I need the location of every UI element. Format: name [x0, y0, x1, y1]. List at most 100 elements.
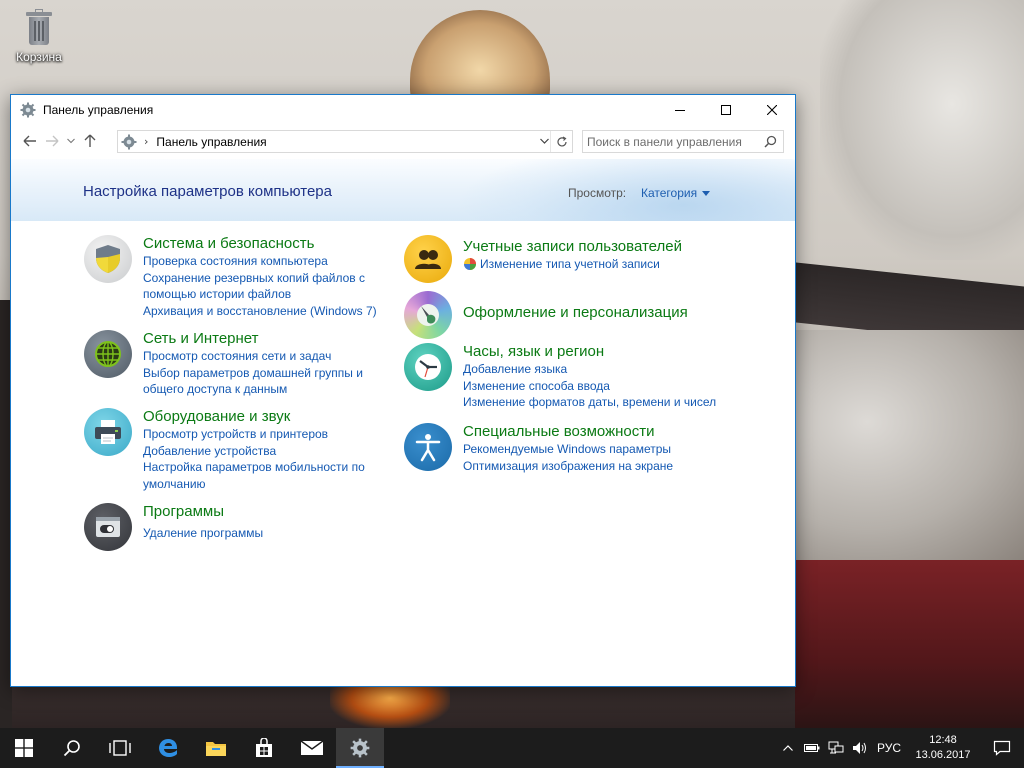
accessibility-icon[interactable] — [404, 423, 452, 471]
view-by-dropdown[interactable]: Категория — [641, 186, 711, 200]
link-uninstall-program[interactable]: Удаление программы — [143, 525, 263, 542]
link-optimize-display[interactable]: Оптимизация изображения на экране — [463, 458, 673, 475]
link-file-history-line2[interactable]: помощью истории файлов — [143, 286, 377, 303]
back-button[interactable] — [19, 130, 41, 152]
address-dropdown-button[interactable] — [540, 134, 549, 147]
taskbar-edge[interactable] — [144, 728, 192, 768]
action-center-button[interactable] — [980, 728, 1024, 768]
start-icon — [15, 739, 33, 757]
category-text: Часы, язык и регион Добавление языка Изм… — [463, 343, 716, 411]
minimize-button[interactable] — [657, 95, 703, 125]
show-hidden-icons-button[interactable] — [776, 728, 800, 768]
category-text: Специальные возможности Рекомендуемые Wi… — [463, 423, 673, 474]
category-ease-of-access: Специальные возможности Рекомендуемые Wi… — [404, 423, 673, 474]
link-devices-printers[interactable]: Просмотр устройств и принтеров — [143, 426, 365, 443]
control-panel-icon — [121, 134, 137, 149]
link-add-device[interactable]: Добавление устройства — [143, 443, 365, 460]
taskbar-store[interactable] — [240, 728, 288, 768]
language-indicator[interactable]: РУС — [872, 741, 906, 755]
view-by-value: Категория — [641, 186, 698, 200]
title-bar[interactable]: Панель управления — [11, 95, 795, 125]
caret-down-icon — [702, 190, 711, 196]
link-backup-restore[interactable]: Архивация и восстановление (Windows 7) — [143, 303, 377, 320]
users-icon[interactable] — [404, 235, 452, 283]
category-title[interactable]: Специальные возможности — [463, 423, 673, 441]
category-title[interactable]: Учетные записи пользователей — [463, 238, 682, 256]
taskbar-file-explorer[interactable] — [192, 728, 240, 768]
taskbar-mail[interactable] — [288, 728, 336, 768]
control-panel-window: Панель управления › Панель управления По… — [10, 94, 796, 687]
chevron-down-icon — [540, 138, 549, 144]
category-title[interactable]: Часы, язык и регион — [463, 343, 716, 361]
system-tray: РУС 12:48 13.06.2017 — [776, 728, 1024, 768]
page-heading: Настройка параметров компьютера — [83, 183, 332, 200]
category-title[interactable]: Программы — [143, 503, 263, 521]
printer-icon[interactable] — [84, 408, 132, 456]
mail-icon — [300, 740, 324, 755]
arrow-left-icon — [23, 135, 36, 147]
recycle-bin-icon — [24, 8, 54, 48]
link-check-computer-status[interactable]: Проверка состояния компьютера — [143, 253, 377, 270]
link-homegroup-line2[interactable]: общего доступа к данным — [143, 381, 363, 398]
store-icon — [256, 738, 272, 757]
category-text: Сеть и Интернет Просмотр состояния сети … — [143, 330, 363, 398]
category-network-internet: Сеть и Интернет Просмотр состояния сети … — [84, 330, 363, 398]
link-input-method[interactable]: Изменение способа ввода — [463, 378, 716, 395]
programs-icon[interactable] — [84, 503, 132, 551]
maximize-button[interactable] — [703, 95, 749, 125]
battery-tray-button[interactable] — [800, 728, 824, 768]
clock-time: 12:48 — [929, 734, 957, 746]
category-programs: Программы Удаление программы — [84, 503, 263, 551]
close-icon — [767, 105, 777, 115]
category-text: Учетные записи пользователей Изменение т… — [463, 235, 682, 283]
volume-tray-button[interactable] — [848, 728, 872, 768]
network-icon — [828, 741, 844, 754]
category-text: Оборудование и звук Просмотр устройств и… — [143, 408, 365, 492]
minimize-icon — [675, 110, 685, 111]
window-controls — [657, 95, 795, 125]
link-homegroup-line1[interactable]: Выбор параметров домашней группы и — [143, 365, 363, 382]
recycle-bin-shortcut[interactable]: Корзина — [8, 8, 70, 64]
taskbar: РУС 12:48 13.06.2017 — [0, 728, 1024, 768]
task-view-button[interactable] — [96, 728, 144, 768]
shield-icon[interactable] — [84, 235, 132, 283]
start-button[interactable] — [0, 728, 48, 768]
taskbar-control-panel[interactable] — [336, 728, 384, 768]
search-box[interactable] — [582, 130, 784, 153]
globe-icon[interactable] — [84, 330, 132, 378]
link-file-history-line1[interactable]: Сохранение резервных копий файлов с — [143, 270, 377, 287]
link-add-language[interactable]: Добавление языка — [463, 361, 716, 378]
forward-button[interactable] — [41, 130, 63, 152]
search-button[interactable] — [48, 728, 96, 768]
link-mobility-line1[interactable]: Настройка параметров мобильности по — [143, 459, 365, 476]
category-title[interactable]: Оформление и персонализация — [463, 304, 688, 322]
clock-icon[interactable] — [404, 343, 452, 391]
link-network-status[interactable]: Просмотр состояния сети и задач — [143, 348, 363, 365]
network-tray-button[interactable] — [824, 728, 848, 768]
link-recommended-settings[interactable]: Рекомендуемые Windows параметры — [463, 441, 673, 458]
paintbrush-icon[interactable] — [404, 291, 452, 339]
search-icon[interactable] — [764, 135, 777, 148]
link-mobility-line2[interactable]: умолчанию — [143, 476, 365, 493]
file-explorer-icon — [206, 742, 226, 756]
clock[interactable]: 12:48 13.06.2017 — [906, 733, 980, 763]
breadcrumb-separator[interactable]: › — [144, 135, 148, 148]
category-title[interactable]: Оборудование и звук — [143, 408, 365, 426]
close-button[interactable] — [749, 95, 795, 125]
refresh-button[interactable] — [550, 131, 572, 152]
clock-date: 13.06.2017 — [915, 749, 971, 761]
category-title[interactable]: Система и безопасность — [143, 235, 377, 253]
recent-locations-button[interactable] — [63, 130, 79, 152]
link-label: Изменение типа учетной записи — [480, 257, 660, 271]
up-button[interactable] — [79, 130, 101, 152]
category-list: Система и безопасность Проверка состояни… — [11, 221, 795, 686]
address-bar[interactable]: › Панель управления — [117, 130, 573, 153]
category-hardware-sound: Оборудование и звук Просмотр устройств и… — [84, 408, 365, 492]
category-title[interactable]: Сеть и Интернет — [143, 330, 363, 348]
search-input[interactable] — [587, 134, 757, 149]
volume-icon — [853, 742, 866, 754]
breadcrumb-control-panel[interactable]: Панель управления — [156, 135, 266, 149]
edge-icon — [159, 739, 178, 757]
link-change-account-type[interactable]: Изменение типа учетной записи — [463, 256, 682, 273]
link-date-time-formats[interactable]: Изменение форматов даты, времени и чисел — [463, 394, 716, 411]
